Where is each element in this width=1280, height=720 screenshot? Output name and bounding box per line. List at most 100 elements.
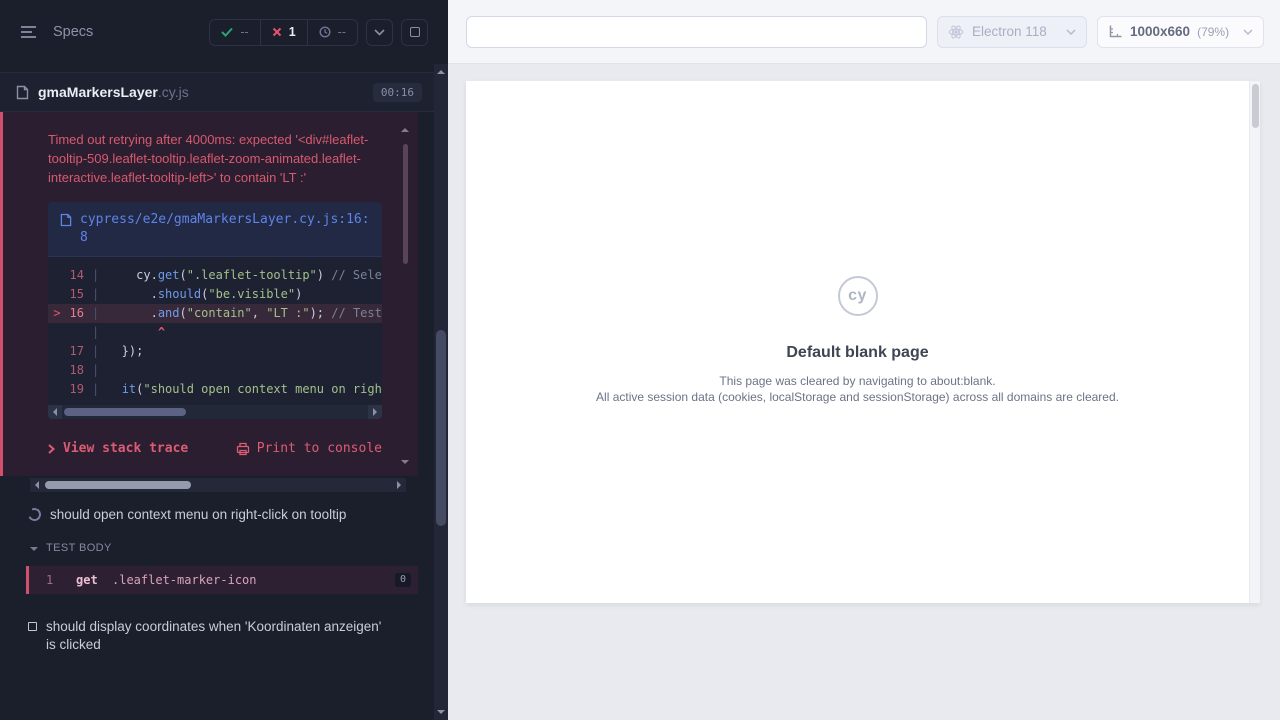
code-token: "LT :" [266,306,309,320]
command-name: get [76,573,112,587]
spec-file-row[interactable]: gmaMarkersLayer.cy.js 00:16 [0,72,434,112]
code-line: >16| .and("contain", "LT :"); // Test [48,304,382,323]
reporter-horizontal-scrollbar[interactable] [30,478,406,492]
code-gutter-divider: | [84,266,107,285]
spec-duration: 00:16 [373,83,422,102]
code-token: ^ [158,325,165,339]
blank-page-content: cy Default blank page This page was clea… [466,81,1249,603]
collapse-button[interactable] [366,19,393,46]
test-body-label: TEST BODY [46,542,112,554]
aut-iframe: cy Default blank page This page was clea… [466,81,1260,603]
code-token [107,382,121,396]
print-icon [236,442,250,456]
aut-vertical-scrollbar[interactable] [1249,81,1260,603]
test-title: should display coordinates when 'Koordin… [46,618,388,654]
command-row-get[interactable]: 1 get .leaflet-marker-icon 0 [26,566,418,594]
reporter-content: Specs -- 1 [0,0,434,720]
scroll-right-arrow[interactable] [368,405,382,419]
test-body-toggle[interactable]: TEST BODY [0,534,434,562]
code-frame-horizontal-scrollbar[interactable] [48,405,382,419]
code-token: . [107,287,158,301]
test-row-running[interactable]: should open context menu on right-click … [0,492,434,534]
specs-menu-icon[interactable] [16,21,41,43]
code-gutter-divider: | [84,380,107,399]
vertical-scroll-thumb[interactable] [436,330,446,526]
reporter-vertical-scrollbar[interactable] [434,64,448,720]
print-to-console-link[interactable]: Print to console [236,441,382,456]
code-line-text: cy.get(".leaflet-tooltip") // Sele [107,266,382,285]
code-gutter-divider: | [84,323,107,342]
spec-extension: .cy.js [158,84,189,100]
error-actions: View stack trace Print to console [48,441,382,456]
code-line-number: 15 [66,285,84,304]
test-row-pending[interactable]: should display coordinates when 'Koordin… [0,604,434,664]
scroll-down-arrow[interactable] [434,705,448,719]
code-token: // Test [331,306,382,320]
failed-count: 1 [289,25,296,39]
code-token: ".leaflet-tooltip" [187,268,317,282]
stat-passed: -- [210,20,259,45]
error-vertical-scrollbar[interactable] [401,128,410,464]
chevron-down-icon [1243,29,1253,35]
test-title: should open context menu on right-click … [50,506,346,524]
code-line-number: 19 [66,380,84,399]
horizontal-scroll-thumb[interactable] [45,481,191,489]
code-line-number [66,323,84,342]
code-frame-file-path: cypress/e2e/gmaMarkersLayer.cy.js:16:8 [80,211,370,247]
view-stack-trace-link[interactable]: View stack trace [48,441,188,456]
code-gutter-divider: | [84,285,107,304]
scroll-left-arrow[interactable] [30,478,44,492]
code-line-marker: > [48,304,66,323]
code-token: should [158,287,201,301]
code-line-number: 18 [66,361,84,380]
test-stats: -- 1 -- [209,19,358,46]
code-line-marker [48,285,66,304]
code-frame-file-link[interactable]: cypress/e2e/gmaMarkersLayer.cy.js:16:8 [48,202,382,257]
vertical-scroll-thumb[interactable] [1252,84,1259,128]
viewport-scale: (79%) [1197,25,1229,39]
code-token: ); [310,306,332,320]
scroll-left-arrow[interactable] [48,405,62,419]
code-line: | ^ [48,323,382,342]
vertical-scroll-thumb[interactable] [403,144,408,264]
runner-panel: Electron 118 1000x660 (79%) [448,0,1280,720]
code-line-marker [48,342,66,361]
horizontal-scroll-thumb[interactable] [64,408,186,416]
stat-pending: -- [307,20,357,45]
stop-icon [410,27,420,37]
chevron-down-icon [1066,29,1076,35]
blank-page-line2: All active session data (cookies, localS… [596,389,1119,405]
command-message: .leaflet-marker-icon [112,573,257,587]
code-token: ( [180,306,187,320]
url-input[interactable] [466,16,927,48]
hamburger-icon [20,25,37,39]
code-token: }); [107,344,143,358]
viewport-selector[interactable]: 1000x660 (79%) [1097,16,1264,48]
code-token: , [252,306,266,320]
x-icon [272,27,282,37]
code-line: 15| .should("be.visible") [48,285,382,304]
stat-failed: 1 [260,20,307,45]
stop-button[interactable] [401,19,428,46]
code-line-number: 14 [66,266,84,285]
scroll-right-arrow[interactable] [392,478,406,492]
scroll-up-arrow[interactable] [434,65,448,79]
code-frame-lines: 14| cy.get(".leaflet-tooltip") // Sele15… [48,257,382,405]
runner-header: Electron 118 1000x660 (79%) [448,0,1280,64]
file-icon [60,213,72,227]
browser-selector[interactable]: Electron 118 [937,16,1087,48]
chevron-down-icon [30,547,38,551]
spec-file-icon [16,85,29,100]
code-line-text: it("should open context menu on righ [107,380,382,399]
code-token: "contain" [187,306,252,320]
reporter-panel: Specs -- 1 [0,0,448,720]
scroll-down-arrow[interactable] [401,460,409,464]
code-line: 14| cy.get(".leaflet-tooltip") // Sele [48,266,382,285]
scroll-up-arrow[interactable] [401,128,409,132]
check-icon [221,27,233,37]
pending-count: -- [338,25,346,39]
code-line-marker [48,266,66,285]
code-token [107,325,158,339]
code-line-text: ^ [107,323,165,342]
code-token: get [158,268,180,282]
